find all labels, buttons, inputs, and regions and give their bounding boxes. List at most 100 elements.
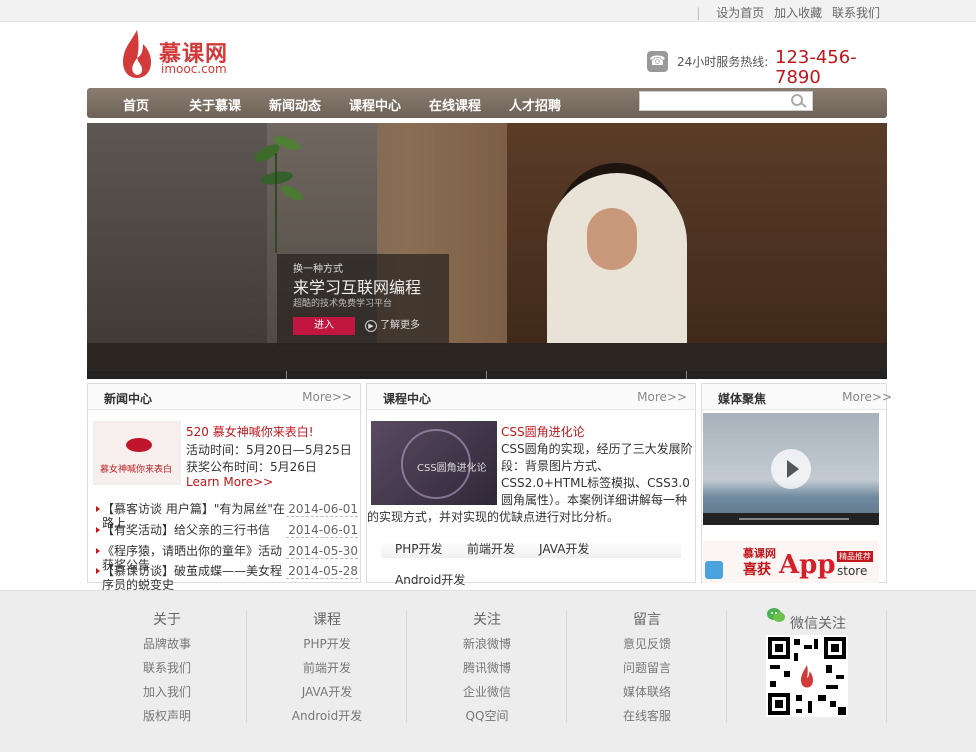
footer-link[interactable]: 前端开发 — [247, 661, 407, 685]
hotline-label: 24小时服务热线: — [677, 55, 769, 69]
news-thumbnail[interactable]: 慕女神喊你来表白 — [93, 421, 181, 485]
search-icon[interactable] — [790, 93, 808, 109]
news-list-item[interactable]: 《程序猿，请晒出你的童年》活动获奖公告 2014-05-30 — [96, 544, 358, 572]
news-more-link[interactable]: More>> — [302, 390, 352, 404]
pager-divider[interactable] — [486, 371, 487, 379]
footer-column-message: 留言 意见反馈 问题留言 媒体联络 在线客服 — [567, 609, 727, 733]
banner-line1: 换一种方式 — [293, 264, 343, 275]
news-item-title: 【有奖活动】给父亲的三行书信 — [102, 523, 271, 537]
tab-android[interactable]: Android开发 — [395, 571, 465, 588]
add-favorite-link[interactable]: 加入收藏 — [774, 6, 822, 20]
news-item-title: 【慕课访谈】破茧成蝶——美女程序员的蜕变史 — [102, 564, 283, 592]
tab-php[interactable]: PHP开发 — [395, 540, 443, 557]
course-featured-title[interactable]: CSS圆角进化论 — [501, 423, 585, 440]
media-title: 媒体聚焦 — [718, 392, 767, 406]
tab-java[interactable]: JAVA开发 — [539, 540, 589, 557]
footer-link[interactable]: 企业微信 — [407, 685, 567, 709]
main-nav: 首页 关于慕课 新闻动态 课程中心 在线课程 人才招聘 — [87, 88, 887, 118]
footer-link[interactable]: QQ空间 — [407, 709, 567, 733]
play-icon — [787, 460, 799, 478]
footer-link[interactable]: 腾讯微博 — [407, 661, 567, 685]
news-list-item[interactable]: 【慕课访谈】破茧成蝶——美女程序员的蜕变史 2014-05-28 — [96, 564, 358, 592]
banner-subline: 超酷的技术免费学习平台 — [293, 299, 393, 309]
footer-link[interactable]: JAVA开发 — [247, 685, 407, 709]
search-input[interactable] — [640, 92, 784, 110]
news-featured-line2: 获奖公布时间：5月26日 — [186, 460, 317, 474]
nav-item-jobs[interactable]: 人才招聘 — [509, 95, 561, 114]
news-learn-more-link[interactable]: Learn More>> — [186, 475, 273, 489]
banner-person-face — [587, 208, 637, 270]
course-title: 课程中心 — [383, 392, 432, 406]
contact-us-link[interactable]: 联系我们 — [832, 6, 880, 20]
news-featured-title[interactable]: 520 慕女神喊你来表白! — [186, 423, 314, 440]
hero-banner[interactable]: 换一种方式 来学习互联网编程 超酷的技术免费学习平台 进入 ▶ 了解更多 — [87, 123, 887, 379]
footer-link[interactable]: PHP开发 — [247, 637, 407, 661]
site-header: 慕课网 imooc.com ☎ 24小时服务热线: 123-456-7890 — [87, 22, 887, 88]
bullet-icon — [96, 568, 100, 574]
nav-item-online[interactable]: 在线课程 — [429, 95, 481, 114]
video-player[interactable] — [703, 413, 879, 525]
news-list-item[interactable]: 【慕客访谈 用户篇】"有为屌丝"在路上 2014-06-01 — [96, 502, 358, 530]
course-more-link[interactable]: More>> — [637, 390, 687, 404]
footer-link[interactable]: 问题留言 — [567, 661, 727, 685]
phone-icon: ☎ — [647, 51, 668, 72]
set-homepage-link[interactable]: 设为首页 — [716, 6, 764, 20]
play-icon: ▶ — [365, 320, 377, 332]
hotline-number: 123-456-7890 — [775, 48, 857, 88]
news-list-item[interactable]: 【有奖活动】给父亲的三行书信 2014-06-01 — [96, 523, 358, 543]
bullet-icon — [96, 527, 100, 533]
pager-divider[interactable] — [686, 371, 687, 379]
tab-frontend[interactable]: 前端开发 — [467, 540, 515, 557]
footer-link[interactable]: 在线客服 — [567, 709, 727, 733]
app-icon — [705, 561, 723, 579]
nav-item-courses[interactable]: 课程中心 — [349, 95, 401, 114]
media-panel: 媒体聚焦 More>> 慕课网 喜获 App 精品推荐 store — [701, 383, 892, 583]
ad-app-text: App — [779, 550, 836, 580]
footer-link[interactable]: 意见反馈 — [567, 637, 727, 661]
news-item-date: 2014-05-28 — [288, 564, 358, 578]
top-bar: | 设为首页 加入收藏 联系我们 — [0, 0, 976, 22]
app-store-ad[interactable]: 慕课网 喜获 App 精品推荐 store — [703, 541, 879, 583]
footer-column-about: 关于 品牌故事 联系我们 加入我们 版权声明 — [87, 609, 247, 733]
news-item-date: 2014-06-01 — [288, 502, 358, 516]
course-description-block: CSS圆角的实现，经历了三大发展阶段：背景图片方式、CSS2.0+HTML标签模… — [367, 441, 695, 526]
video-progress-bar[interactable] — [739, 518, 849, 520]
enter-button[interactable]: 进入 — [293, 317, 355, 335]
qr-flame-logo-icon — [799, 663, 815, 689]
banner-pager — [87, 371, 887, 379]
nav-item-news[interactable]: 新闻动态 — [269, 95, 321, 114]
learn-more-button[interactable]: ▶ 了解更多 — [365, 317, 429, 335]
footer-link[interactable]: 新浪微博 — [407, 637, 567, 661]
footer-link[interactable]: 版权声明 — [87, 709, 247, 733]
top-links: | 设为首页 加入收藏 联系我们 — [696, 6, 880, 20]
footer-heading: 课程 — [313, 612, 341, 628]
footer-column-follow: 关注 新浪微博 腾讯微博 企业微信 QQ空间 — [407, 609, 567, 733]
wechat-icon — [767, 608, 785, 622]
footer-link[interactable]: 品牌故事 — [87, 637, 247, 661]
logo-subtext: imooc.com — [161, 62, 227, 76]
news-item-date: 2014-05-30 — [288, 544, 358, 558]
plant-image — [254, 136, 303, 253]
news-header: 新闻中心 More>> — [88, 384, 360, 410]
course-panel: 课程中心 More>> CSS圆角进化论 CSS圆角进化论 CSS圆角的实现，经… — [366, 383, 696, 587]
banner-overlay: 换一种方式 来学习互联网编程 超酷的技术免费学习平台 进入 ▶ 了解更多 — [277, 254, 449, 346]
footer-link[interactable]: 媒体联络 — [567, 685, 727, 709]
banner-window — [87, 123, 267, 379]
learn-more-label: 了解更多 — [380, 320, 420, 331]
pager-divider[interactable] — [286, 371, 287, 379]
media-header: 媒体聚焦 More>> — [702, 384, 892, 410]
flame-logo-icon[interactable] — [121, 28, 153, 80]
bullet-icon — [96, 506, 100, 512]
nav-item-home[interactable]: 首页 — [123, 95, 149, 114]
ad-win-text: 喜获 — [743, 562, 771, 578]
news-item-date: 2014-06-01 — [288, 523, 358, 537]
media-more-link[interactable]: More>> — [842, 390, 892, 404]
footer-heading: 关于 — [153, 612, 181, 628]
footer-link[interactable]: 加入我们 — [87, 685, 247, 709]
footer-link[interactable]: Android开发 — [247, 709, 407, 733]
nav-item-about[interactable]: 关于慕课 — [189, 95, 241, 114]
footer-divider — [726, 611, 727, 723]
footer-column-courses: 课程 PHP开发 前端开发 JAVA开发 Android开发 — [247, 609, 407, 733]
footer-link[interactable]: 联系我们 — [87, 661, 247, 685]
footer-divider — [886, 611, 887, 723]
